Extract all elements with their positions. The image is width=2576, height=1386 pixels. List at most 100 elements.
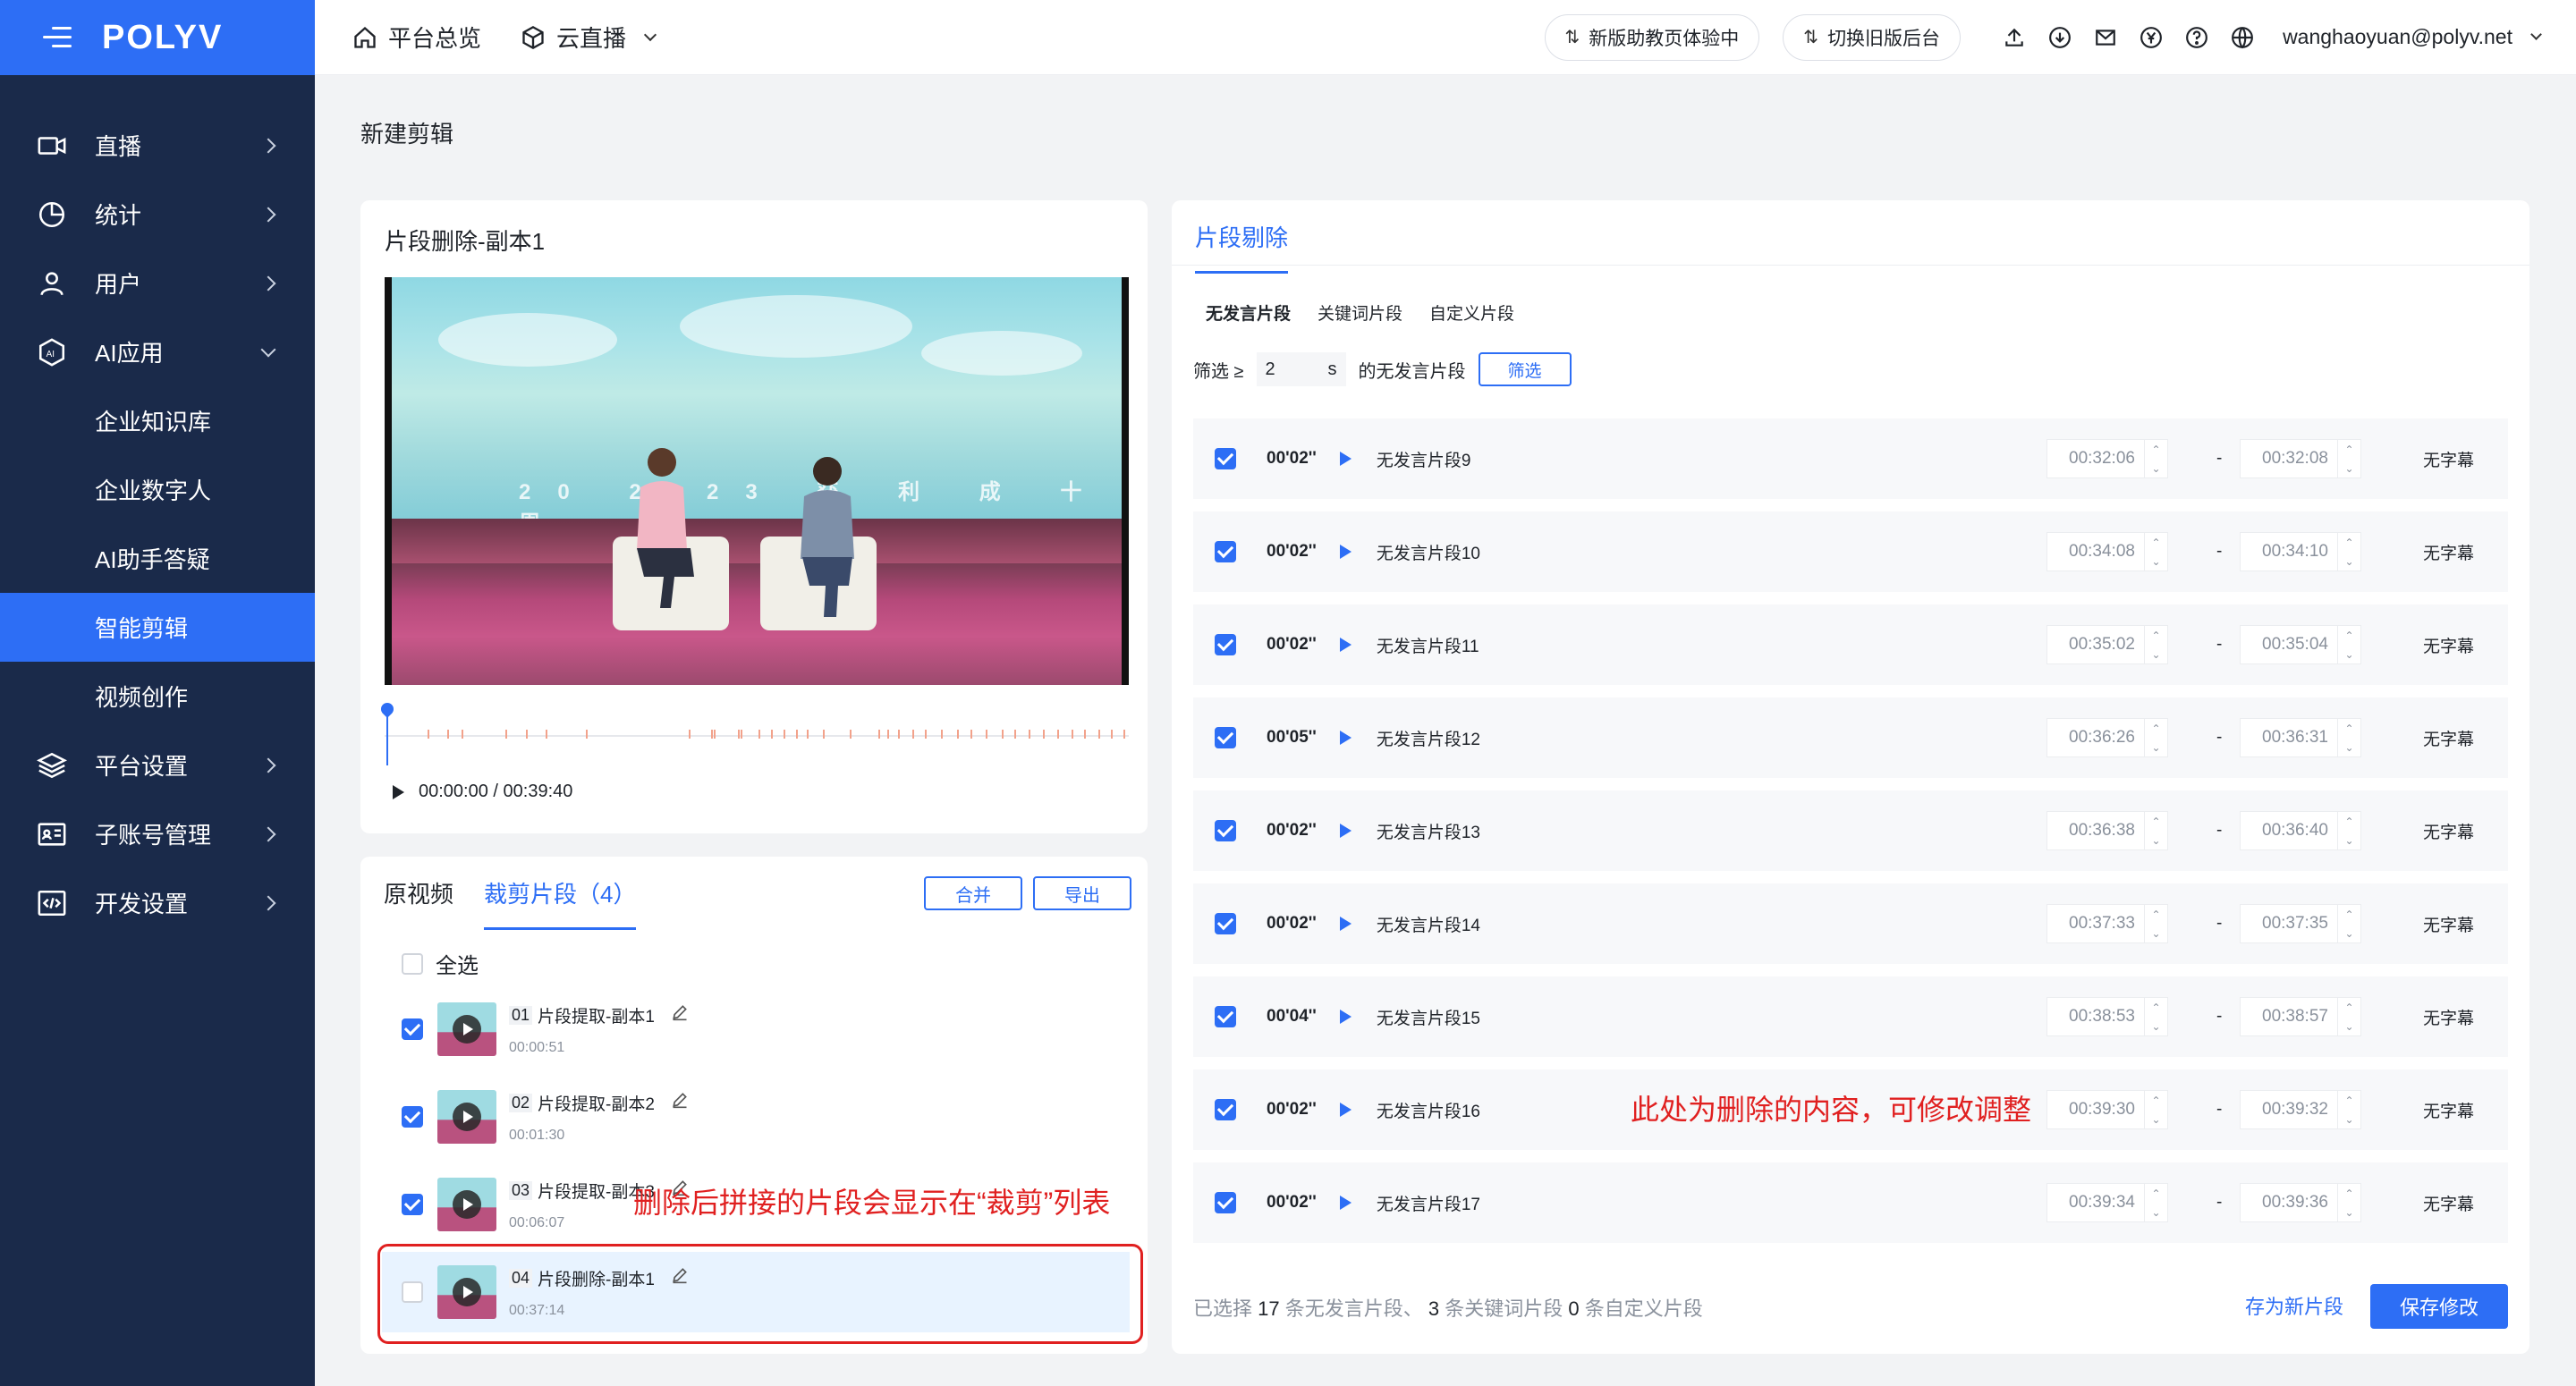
video-preview[interactable]: 20 2023 获 利 成 十 周	[385, 277, 1129, 685]
nav-cloud-live[interactable]: 云直播	[521, 21, 657, 54]
sidebar-item-user[interactable]: 用户	[0, 249, 315, 317]
chevron-down-icon[interactable]	[2530, 29, 2542, 40]
segment-type-tab[interactable]: 无发言片段	[1206, 300, 1291, 325]
clip-thumbnail[interactable]	[437, 1002, 496, 1056]
segment-end-input[interactable]: 00:36:31 ⌃ ⌄	[2240, 718, 2361, 757]
timeline[interactable]	[378, 700, 1129, 765]
segment-start-input[interactable]: 00:36:26 ⌃ ⌄	[2046, 718, 2168, 757]
tab-segment-removal[interactable]: 片段剔除	[1195, 220, 1289, 274]
save-as-new-clip-button[interactable]: 存为新片段	[2245, 1291, 2343, 1320]
stepper-icon[interactable]: ⌃ ⌄	[2337, 719, 2360, 756]
segment-checkbox[interactable]	[1215, 913, 1236, 934]
tab-cut-clips[interactable]: 裁剪片段（4）	[484, 876, 637, 930]
stepper-icon[interactable]: ⌃ ⌄	[2144, 812, 2167, 849]
segment-start-input[interactable]: 00:37:33 ⌃ ⌄	[2046, 904, 2168, 943]
segment-start-input[interactable]: 00:38:53 ⌃ ⌄	[2046, 997, 2168, 1036]
sidebar-item-pie-chart[interactable]: 统计	[0, 180, 315, 249]
play-icon[interactable]	[1339, 1103, 1352, 1117]
play-icon[interactable]	[1339, 638, 1352, 652]
nav-platform-overview[interactable]: 平台总览	[352, 21, 481, 54]
segment-start-input[interactable]: 00:35:02 ⌃ ⌄	[2046, 625, 2168, 664]
sidebar-subitem[interactable]: 视频创作	[0, 662, 315, 731]
new-version-button[interactable]: ⇅ 新版助教页体验中	[1544, 13, 1760, 61]
stepper-icon[interactable]: ⌃ ⌄	[2144, 1184, 2167, 1221]
clip-checkbox[interactable]	[402, 1106, 423, 1128]
play-icon[interactable]	[393, 784, 404, 799]
sidebar-subitem[interactable]: 企业知识库	[0, 386, 315, 455]
edit-icon[interactable]	[660, 1091, 689, 1114]
stepper-icon[interactable]: ⌃ ⌄	[2337, 905, 2360, 942]
merge-button[interactable]: 合并	[924, 876, 1022, 910]
stepper-icon[interactable]: ⌃ ⌄	[2144, 719, 2167, 756]
stepper-icon[interactable]: ⌃ ⌄	[2144, 998, 2167, 1035]
segment-type-tab[interactable]: 关键词片段	[1318, 300, 1402, 325]
sidebar-item-code[interactable]: 开发设置	[0, 868, 315, 937]
segment-checkbox[interactable]	[1215, 1006, 1236, 1027]
segment-checkbox[interactable]	[1215, 1192, 1236, 1213]
edit-icon[interactable]	[660, 1003, 689, 1027]
save-changes-button[interactable]: 保存修改	[2370, 1284, 2508, 1329]
clip-item[interactable]: 02 片段提取-副本2 00:01:30	[382, 1077, 1130, 1157]
sidebar-subitem[interactable]: 智能剪辑	[0, 593, 315, 662]
playhead-handle[interactable]	[378, 700, 396, 718]
segment-checkbox[interactable]	[1215, 541, 1236, 562]
clip-thumbnail[interactable]	[437, 1178, 496, 1231]
tab-original-video[interactable]: 原视频	[384, 876, 453, 930]
segment-checkbox[interactable]	[1215, 820, 1236, 841]
user-email[interactable]: wanghaoyuan@polyv.net	[2283, 25, 2512, 49]
mail-icon[interactable]	[2090, 22, 2121, 53]
segment-start-input[interactable]: 00:32:06 ⌃ ⌄	[2046, 439, 2168, 478]
stepper-icon[interactable]: ⌃ ⌄	[2337, 440, 2360, 477]
play-icon[interactable]	[1339, 824, 1352, 838]
play-icon[interactable]	[1339, 545, 1352, 559]
sidebar-subitem[interactable]: AI助手答疑	[0, 524, 315, 593]
stepper-icon[interactable]: ⌃ ⌄	[2144, 1091, 2167, 1128]
segment-checkbox[interactable]	[1215, 634, 1236, 655]
segment-end-input[interactable]: 00:34:10 ⌃ ⌄	[2240, 532, 2361, 571]
segment-end-input[interactable]: 00:38:57 ⌃ ⌄	[2240, 997, 2361, 1036]
play-icon[interactable]	[1339, 1010, 1352, 1024]
clip-checkbox[interactable]	[402, 1018, 423, 1040]
stepper-icon[interactable]: ⌃ ⌄	[2144, 533, 2167, 570]
stepper-icon[interactable]: ⌃ ⌄	[2337, 533, 2360, 570]
stepper-icon[interactable]: ⌃ ⌄	[2337, 1184, 2360, 1221]
segment-end-input[interactable]: 00:36:40 ⌃ ⌄	[2240, 811, 2361, 850]
clip-checkbox[interactable]	[402, 1194, 423, 1215]
segment-checkbox[interactable]	[1215, 1099, 1236, 1120]
sidebar-subitem[interactable]: 企业数字人	[0, 455, 315, 524]
yen-icon[interactable]	[2136, 22, 2166, 53]
play-icon[interactable]	[1339, 452, 1352, 466]
stepper-icon[interactable]: ⌃ ⌄	[2144, 440, 2167, 477]
menu-icon[interactable]	[43, 27, 72, 48]
segment-end-input[interactable]: 00:39:36 ⌃ ⌄	[2240, 1183, 2361, 1222]
old-version-button[interactable]: ⇅ 切换旧版后台	[1783, 13, 1962, 61]
sidebar-item-ai[interactable]: AI AI应用	[0, 317, 315, 386]
export-button[interactable]: 导出	[1033, 876, 1131, 910]
stepper-icon[interactable]: ⌃ ⌄	[2337, 1091, 2360, 1128]
segment-end-input[interactable]: 00:32:08 ⌃ ⌄	[2240, 439, 2361, 478]
filter-threshold-input[interactable]: 2 s	[1256, 352, 1346, 386]
stepper-icon[interactable]: ⌃ ⌄	[2337, 812, 2360, 849]
stepper-icon[interactable]: ⌃ ⌄	[2144, 905, 2167, 942]
stepper-icon[interactable]: ⌃ ⌄	[2337, 626, 2360, 663]
segment-start-input[interactable]: 00:36:38 ⌃ ⌄	[2046, 811, 2168, 850]
segment-end-input[interactable]: 00:37:35 ⌃ ⌄	[2240, 904, 2361, 943]
download-icon[interactable]	[2045, 22, 2075, 53]
segment-start-input[interactable]: 00:34:08 ⌃ ⌄	[2046, 532, 2168, 571]
sidebar-item-id-card[interactable]: 子账号管理	[0, 799, 315, 868]
segment-type-tab[interactable]: 自定义片段	[1429, 300, 1514, 325]
help-icon[interactable]	[2182, 22, 2212, 53]
clip-item[interactable]: 01 片段提取-副本1 00:00:51	[382, 989, 1130, 1069]
segment-checkbox[interactable]	[1215, 448, 1236, 469]
segment-end-input[interactable]: 00:39:32 ⌃ ⌄	[2240, 1090, 2361, 1129]
select-all[interactable]: 全选	[402, 948, 479, 979]
segment-end-input[interactable]: 00:35:04 ⌃ ⌄	[2240, 625, 2361, 664]
stepper-icon[interactable]: ⌃ ⌄	[2144, 626, 2167, 663]
stepper-icon[interactable]: ⌃ ⌄	[2337, 998, 2360, 1035]
filter-button[interactable]: 筛选	[1478, 352, 1572, 386]
play-icon[interactable]	[1339, 1196, 1352, 1210]
globe-icon[interactable]	[2227, 22, 2258, 53]
clip-thumbnail[interactable]	[437, 1090, 496, 1144]
segment-start-input[interactable]: 00:39:30 ⌃ ⌄	[2046, 1090, 2168, 1129]
play-icon[interactable]	[1339, 731, 1352, 745]
